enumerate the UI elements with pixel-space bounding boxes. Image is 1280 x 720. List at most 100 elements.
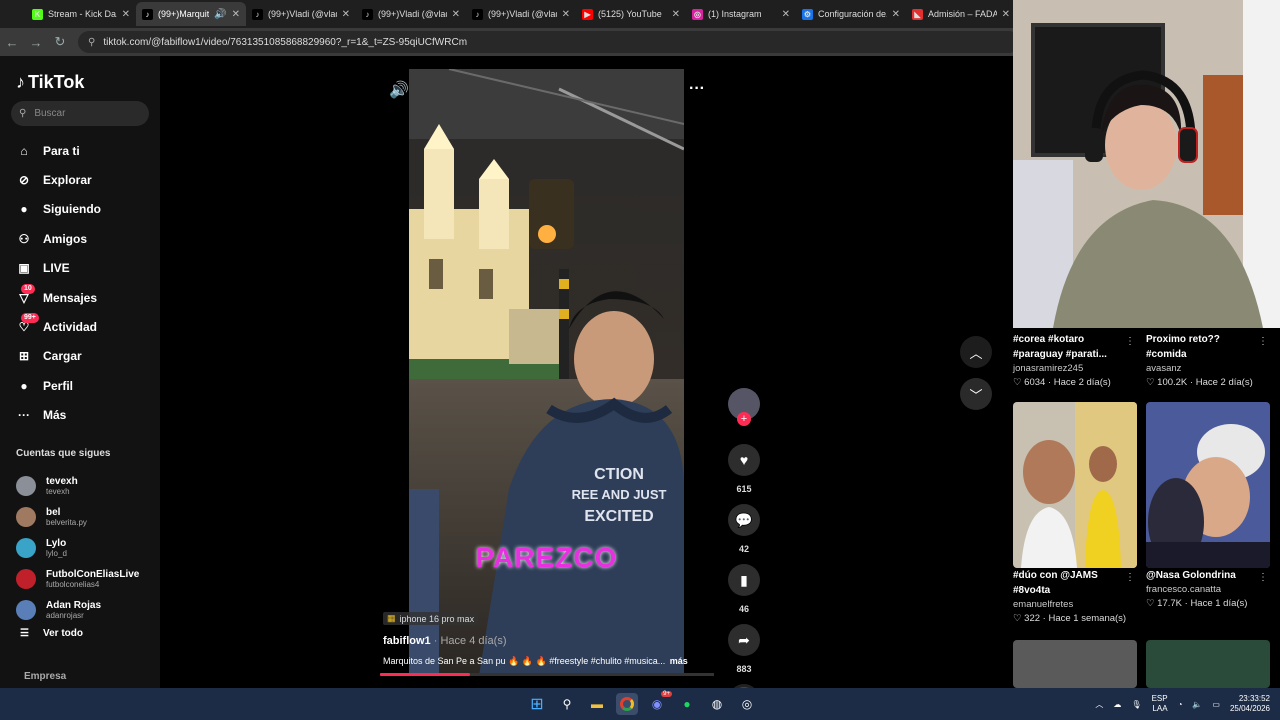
author-name[interactable]: fabiflow1 bbox=[383, 635, 431, 647]
obs-icon[interactable]: ◍ bbox=[706, 693, 728, 715]
card-user[interactable]: avasanz bbox=[1146, 362, 1270, 376]
following-account[interactable]: Lylo lylo_d bbox=[16, 532, 139, 563]
nav-label: Cargar bbox=[43, 349, 82, 364]
chevron-down-icon: ﹀ bbox=[969, 387, 983, 403]
creator-avatar[interactable]: + bbox=[728, 388, 760, 426]
nav-item[interactable]: ⊞ Cargar bbox=[15, 342, 101, 371]
video-thumbnail[interactable] bbox=[1013, 640, 1137, 688]
forward-arrow-icon[interactable]: → bbox=[24, 35, 48, 50]
share-button[interactable]: ➦ bbox=[728, 624, 760, 656]
video-player[interactable]: CTION REE AND JUST EXCITED PAREZCO bbox=[409, 69, 684, 676]
previous-video-button[interactable]: ︿ bbox=[960, 336, 992, 368]
recommended-card[interactable]: #dúo con @JAMS #8vo4ta ⋮ emanuelfretes ♡ 32… bbox=[1013, 568, 1137, 626]
back-arrow-icon[interactable]: ← bbox=[0, 35, 24, 50]
video-thumbnail[interactable] bbox=[1013, 402, 1137, 568]
wifi-icon[interactable]: ◔ bbox=[1178, 700, 1183, 709]
tab-close-icon[interactable]: ✕ bbox=[342, 9, 350, 20]
discord-icon[interactable]: ◉ 9+ bbox=[646, 691, 672, 715]
tab-close-icon[interactable]: ✕ bbox=[452, 9, 460, 20]
card-menu-icon[interactable]: ⋮ bbox=[1258, 336, 1268, 347]
browser-tab[interactable]: ▶ (5125) YouTube ✕ bbox=[576, 2, 686, 26]
search-icon: ⚲ bbox=[19, 108, 27, 119]
windows-start-icon[interactable]: ⊞ bbox=[526, 693, 548, 715]
tab-close-icon[interactable]: ✕ bbox=[782, 9, 790, 20]
follow-plus-icon[interactable]: + bbox=[737, 412, 751, 426]
following-account[interactable]: Adan Rojas adanrojasr bbox=[16, 594, 139, 625]
spotify-icon[interactable]: ● bbox=[676, 693, 698, 715]
card-user[interactable]: francesco.canatta bbox=[1146, 583, 1270, 597]
reload-icon[interactable]: ↻ bbox=[48, 34, 72, 50]
search-input[interactable]: ⚲ Buscar bbox=[11, 101, 149, 126]
save-button[interactable]: ▮ bbox=[728, 564, 760, 596]
nav-item[interactable]: ··· Más bbox=[15, 401, 101, 430]
volume-tray-icon[interactable]: 🔈 bbox=[1192, 700, 1202, 709]
tab-close-icon[interactable]: ✕ bbox=[672, 9, 680, 20]
device-tag[interactable]: ▦ iphone 16 pro max bbox=[383, 612, 479, 625]
clock[interactable]: 23:33:52 25/04/2026 bbox=[1230, 694, 1270, 714]
network-status-icon[interactable]: ☁ bbox=[1113, 700, 1121, 709]
recommended-card[interactable]: @Nasa Golondrina ⋮ francesco.canatta ♡ 17.7… bbox=[1146, 568, 1270, 611]
browser-tab[interactable]: ◣ Admisión – FADA ✕ bbox=[906, 2, 1016, 26]
browser-tab[interactable]: ♪ (99+)Marquitos 🔊 ✕ bbox=[136, 2, 246, 26]
browser-tab[interactable]: ⚙ Configuración de... ✕ bbox=[796, 2, 906, 26]
tab-close-icon[interactable]: ✕ bbox=[892, 9, 900, 20]
tab-close-icon[interactable]: ✕ bbox=[562, 9, 570, 20]
browser-tab[interactable]: ♪ (99+)Vladi (@vlad... ✕ bbox=[246, 2, 356, 26]
file-explorer-icon[interactable]: ▬ bbox=[586, 693, 608, 715]
browser-tab[interactable]: ♪ (99+)Vladi (@vlad... ✕ bbox=[356, 2, 466, 26]
following-account[interactable]: tevexh tevexh bbox=[16, 470, 139, 501]
nav-item[interactable]: ▣ LIVE bbox=[15, 254, 101, 283]
site-info-icon[interactable]: ⚲ bbox=[88, 37, 95, 48]
tab-close-icon[interactable]: ✕ bbox=[1002, 9, 1010, 20]
taskbar-search-icon[interactable]: ⚲ bbox=[556, 693, 578, 715]
avatar bbox=[16, 506, 36, 527]
video-thumbnail[interactable] bbox=[1146, 402, 1270, 568]
language-indicator[interactable]: ESP LAA bbox=[1152, 694, 1168, 714]
tab-audio-icon[interactable]: 🔊 bbox=[214, 9, 226, 20]
browser-tab-bar: K Stream - Kick Da... ✕ ♪ (99+)Marquitos 🔊 ✕ ♪ (… bbox=[0, 0, 1020, 28]
nav-item[interactable]: ▽ 10 Mensajes bbox=[15, 283, 101, 312]
see-all-button[interactable]: ☰ Ver todo bbox=[20, 628, 83, 639]
card-user[interactable]: emanuelfretes bbox=[1013, 598, 1137, 612]
nav-item[interactable]: ● Perfil bbox=[15, 371, 101, 400]
recommended-card[interactable]: Proximo reto?? #comida ⋮ avasanz ♡ 100.2K ·… bbox=[1146, 332, 1270, 390]
nav-item[interactable]: ● Siguiendo bbox=[15, 195, 101, 224]
browser-tab[interactable]: ♪ (99+)Vladi (@vlad... ✕ bbox=[466, 2, 576, 26]
battery-icon[interactable]: ▭ bbox=[1212, 700, 1220, 709]
card-menu-icon[interactable]: ⋮ bbox=[1125, 572, 1135, 583]
nav-label: Mensajes bbox=[43, 290, 98, 305]
more-caption-button[interactable]: más bbox=[670, 656, 688, 666]
nav-item[interactable]: ♡ 99+ Actividad bbox=[15, 312, 101, 341]
microphone-icon[interactable]: 🎙 bbox=[1131, 700, 1141, 709]
tray-chevron-icon[interactable]: ︿ bbox=[1095, 699, 1103, 710]
browser-tab[interactable]: ◎ (1) Instagram ✕ bbox=[686, 2, 796, 26]
video-progress-bar[interactable] bbox=[380, 673, 714, 676]
chrome-icon[interactable] bbox=[616, 693, 638, 715]
friends-icon: ⚇ bbox=[18, 231, 30, 246]
nav-item[interactable]: ⚇ Amigos bbox=[15, 224, 101, 253]
address-bar[interactable]: ⚲ tiktok.com/@fabiflow1/video/7631351085… bbox=[78, 31, 1020, 53]
card-user[interactable]: jonasramirez245 bbox=[1013, 362, 1137, 376]
following-account[interactable]: FutbolConEliasLive futbolconelias4 bbox=[16, 563, 139, 594]
volume-icon[interactable]: 🔊 bbox=[389, 80, 409, 100]
next-video-button[interactable]: ﹀ bbox=[960, 378, 992, 410]
browser-tab[interactable]: K Stream - Kick Da... ✕ bbox=[26, 2, 136, 26]
card-menu-icon[interactable]: ⋮ bbox=[1258, 572, 1268, 583]
tiktok-logo[interactable]: ♪ TikTok bbox=[16, 72, 84, 93]
recommended-card[interactable]: #corea #kotaro #paraguay #parati... ⋮ jona… bbox=[1013, 332, 1137, 390]
card-likes: 100.2K bbox=[1157, 377, 1188, 388]
steam-icon[interactable]: ◎ bbox=[736, 693, 758, 715]
comment-button[interactable]: 💬 bbox=[728, 504, 760, 536]
nav-item[interactable]: ⌂ Para ti bbox=[15, 136, 101, 165]
tab-close-icon[interactable]: ✕ bbox=[122, 9, 130, 20]
following-account[interactable]: bel belverita.py bbox=[16, 501, 139, 532]
more-options-icon[interactable]: ··· bbox=[689, 80, 705, 98]
company-link[interactable]: Empresa bbox=[24, 671, 66, 682]
account-name: Adan Rojas bbox=[46, 599, 102, 611]
card-menu-icon[interactable]: ⋮ bbox=[1125, 336, 1135, 347]
nav-item[interactable]: ⊘ Explorar bbox=[15, 165, 101, 194]
like-button[interactable]: ♥ bbox=[728, 444, 760, 476]
action-bar: + ♥ 615 💬 42 ▮ 46 ➦ 883 bbox=[727, 388, 761, 714]
video-thumbnail[interactable] bbox=[1146, 640, 1270, 688]
tab-close-icon[interactable]: ✕ bbox=[232, 9, 240, 20]
